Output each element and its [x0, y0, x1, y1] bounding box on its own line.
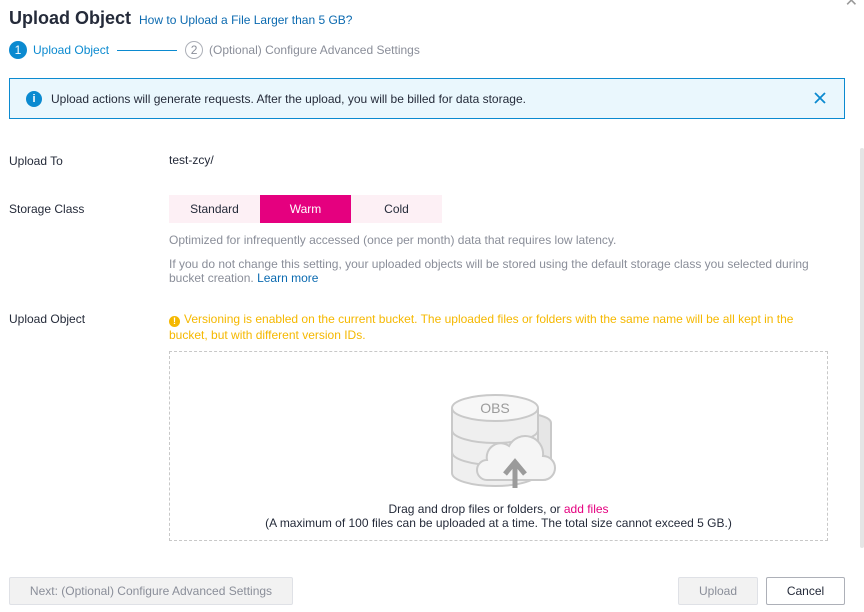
storage-class-selector: Standard Warm Cold — [169, 195, 442, 223]
step-2-label: (Optional) Configure Advanced Settings — [209, 43, 420, 57]
drop-instructions: Drag and drop files or folders, or add f… — [170, 502, 827, 530]
alert-text: Upload actions will generate requests. A… — [51, 91, 526, 106]
step-connector — [117, 49, 178, 51]
obs-upload-illustration: OBS — [447, 388, 557, 493]
upload-button[interactable]: Upload — [678, 577, 758, 605]
obs-label: OBS — [480, 400, 510, 416]
versioning-warning-text: Versioning is enabled on the current buc… — [169, 312, 794, 342]
close-icon[interactable]: ✕ — [845, 0, 858, 10]
dialog-header: Upload Object How to Upload a File Large… — [9, 8, 352, 29]
alert-close-icon[interactable] — [812, 90, 828, 111]
upload-to-value: test-zcy/ — [169, 153, 214, 167]
default-storage-hint: If you do not change this setting, your … — [169, 257, 819, 285]
add-files-link[interactable]: add files — [564, 502, 609, 516]
step-1-label: Upload Object — [33, 43, 110, 57]
cancel-button[interactable]: Cancel — [766, 577, 845, 605]
upload-object-label: Upload Object — [9, 312, 86, 326]
billing-alert: i Upload actions will generate requests.… — [9, 78, 845, 119]
upload-to-label: Upload To — [9, 154, 63, 168]
storage-class-standard[interactable]: Standard — [169, 195, 260, 223]
learn-more-link[interactable]: Learn more — [257, 271, 318, 285]
storage-class-cold[interactable]: Cold — [351, 195, 442, 223]
upload-limit-text: (A maximum of 100 files can be uploaded … — [265, 516, 732, 530]
info-icon: i — [26, 90, 42, 107]
next-advanced-settings-button[interactable]: Next: (Optional) Configure Advanced Sett… — [9, 577, 293, 605]
step-2-number: 2 — [185, 41, 204, 59]
file-dropzone[interactable]: OBS Drag and drop files or folders, or a… — [169, 351, 828, 541]
step-1-number: 1 — [9, 41, 27, 59]
storage-class-label: Storage Class — [9, 202, 85, 216]
stepper: 1 Upload Object 2 (Optional) Configure A… — [9, 41, 420, 59]
help-link[interactable]: How to Upload a File Larger than 5 GB? — [139, 13, 352, 27]
scrollbar[interactable] — [860, 148, 864, 548]
storage-class-warm[interactable]: Warm — [260, 195, 351, 223]
storage-class-hint: Optimized for infrequently accessed (onc… — [169, 233, 617, 247]
drag-text: Drag and drop files or folders, or — [388, 502, 564, 516]
versioning-warning: ! Versioning is enabled on the current bu… — [169, 311, 809, 343]
dialog-title: Upload Object — [9, 8, 132, 28]
warning-icon: ! — [169, 315, 180, 327]
